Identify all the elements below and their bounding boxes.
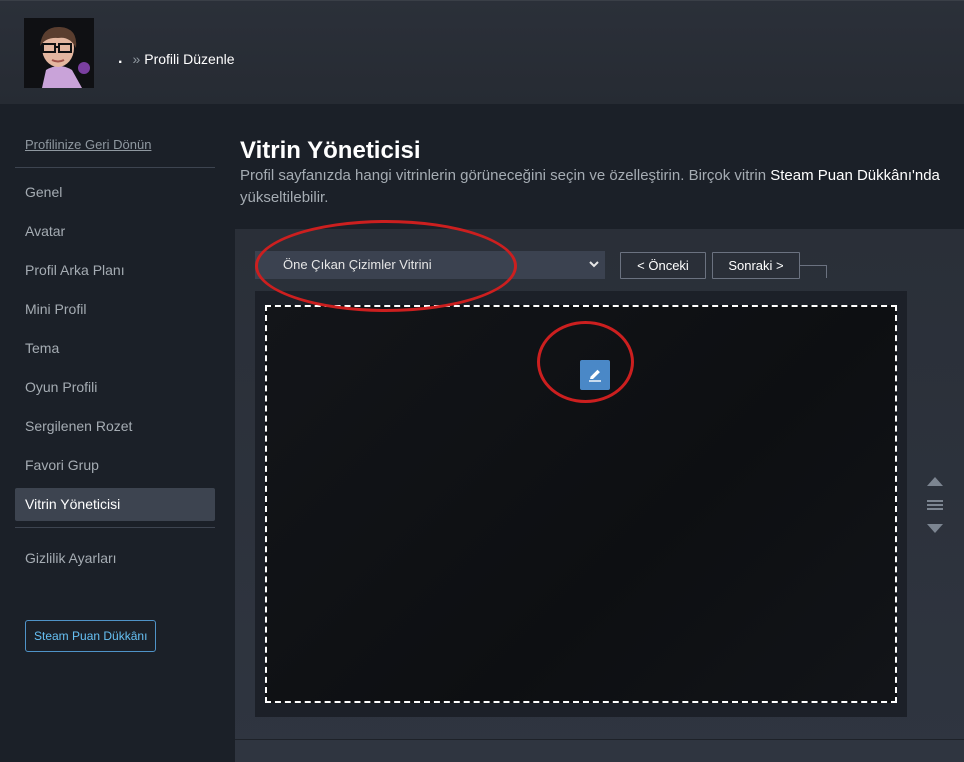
page-description: Profil sayfanızda hangi vitrinlerin görü…	[240, 165, 940, 209]
back-to-profile-link[interactable]: Profilinize Geri Dönün	[15, 130, 215, 159]
breadcrumb: . » Profili Düzenle	[118, 51, 235, 68]
breadcrumb-username[interactable]: .	[118, 51, 122, 67]
panel-divider	[235, 739, 964, 740]
sidebar-item-favorite-group[interactable]: Favori Grup	[15, 449, 215, 482]
reorder-controls	[927, 476, 943, 536]
highlight-circle	[255, 220, 517, 312]
sidebar: Profilinize Geri Dönün Genel Avatar Prof…	[15, 130, 215, 652]
triangle-up-icon	[927, 477, 943, 486]
breadcrumb-separator: »	[132, 51, 141, 67]
button-connector	[800, 265, 827, 278]
profile-header: . » Profili Düzenle	[0, 0, 964, 104]
page-title: Vitrin Yöneticisi	[240, 137, 421, 164]
description-text: Profil sayfanızda hangi vitrinlerin görü…	[240, 167, 771, 184]
points-shop-button[interactable]: Steam Puan Dükkânı	[25, 620, 157, 652]
sidebar-item-general[interactable]: Genel	[15, 176, 215, 209]
sidebar-item-featured-badge[interactable]: Sergilenen Rozet	[15, 410, 215, 443]
sidebar-item-theme[interactable]: Tema	[15, 332, 215, 365]
triangle-down-icon	[927, 524, 943, 533]
description-text-end: yükseltilebilir.	[240, 189, 329, 206]
sidebar-item-game-profile[interactable]: Oyun Profili	[15, 371, 215, 404]
sidebar-item-profile-background[interactable]: Profil Arka Planı	[15, 254, 215, 287]
sidebar-item-mini-profile[interactable]: Mini Profil	[15, 293, 215, 326]
sidebar-item-privacy-settings[interactable]: Gizlilik Ayarları	[15, 542, 215, 575]
breadcrumb-current: Profili Düzenle	[144, 51, 235, 67]
chevron-down-icon	[589, 251, 599, 289]
next-button[interactable]: Sonraki >	[712, 252, 800, 279]
points-shop-link[interactable]: Steam Puan Dükkânı'nda	[770, 167, 940, 184]
sidebar-divider	[15, 527, 215, 528]
avatar[interactable]	[24, 18, 94, 88]
drag-handle-icon	[927, 500, 943, 502]
sidebar-item-avatar[interactable]: Avatar	[15, 215, 215, 248]
sidebar-item-showcase-manager[interactable]: Vitrin Yöneticisi	[15, 488, 215, 521]
sidebar-divider	[15, 167, 215, 168]
avatar-image	[24, 18, 94, 88]
highlight-circle	[537, 321, 634, 403]
previous-button[interactable]: < Önceki	[620, 252, 706, 279]
